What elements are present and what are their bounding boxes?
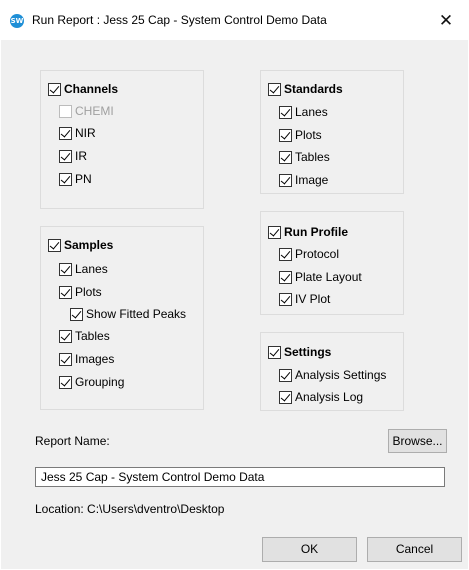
report-name-input[interactable]: [35, 467, 445, 487]
show-fitted-peaks-checkbox[interactable]: Show Fitted Peaks: [70, 306, 186, 322]
standards-tables-label: Tables: [295, 150, 330, 164]
report-name-label: Report Name:: [35, 434, 110, 448]
checkbox-checked-icon: [59, 352, 72, 366]
checkbox-checked-icon: [48, 82, 61, 96]
standards-image-label: Image: [295, 173, 329, 187]
analysis-log-label: Analysis Log: [295, 390, 364, 404]
samples-grouping-label: Grouping: [75, 375, 125, 389]
checkbox-checked-icon: [279, 150, 292, 164]
samples-images-label: Images: [75, 352, 115, 366]
checkbox-checked-icon: [59, 375, 72, 389]
analysis-settings-label: Analysis Settings: [295, 368, 387, 382]
samples-label: Samples: [64, 238, 114, 252]
checkbox-checked-icon: [268, 225, 281, 239]
nir-checkbox[interactable]: NIR: [59, 125, 96, 141]
checkbox-checked-icon: [279, 105, 292, 119]
standards-tables-checkbox[interactable]: Tables: [279, 149, 330, 165]
samples-lanes-checkbox[interactable]: Lanes: [59, 261, 108, 277]
checkbox-checked-icon: [70, 307, 83, 321]
standards-plots-label: Plots: [295, 128, 322, 142]
run-profile-label: Run Profile: [284, 225, 349, 239]
checkbox-checked-icon: [59, 329, 72, 343]
samples-tables-checkbox[interactable]: Tables: [59, 328, 110, 344]
checkbox-checked-icon: [279, 368, 292, 382]
checkbox-checked-icon: [279, 292, 292, 306]
cancel-button[interactable]: Cancel: [367, 537, 462, 562]
chemi-checkbox: CHEMI: [59, 103, 114, 119]
app-icon: SW: [10, 14, 24, 28]
samples-lanes-label: Lanes: [75, 262, 108, 276]
channels-label: Channels: [64, 82, 119, 96]
protocol-label: Protocol: [295, 247, 340, 261]
close-button[interactable]: ✕: [432, 8, 460, 34]
title-bar: SW Run Report : Jess 25 Cap - System Con…: [0, 0, 469, 40]
analysis-settings-checkbox[interactable]: Analysis Settings: [279, 367, 386, 383]
samples-checkbox[interactable]: Samples: [48, 237, 113, 253]
checkbox-checked-icon: [279, 247, 292, 261]
analysis-log-checkbox[interactable]: Analysis Log: [279, 389, 363, 405]
ir-label: IR: [75, 149, 87, 163]
checkbox-checked-icon: [59, 262, 72, 276]
settings-label: Settings: [284, 345, 332, 359]
standards-checkbox[interactable]: Standards: [268, 81, 343, 97]
chemi-label: CHEMI: [75, 104, 114, 118]
standards-label: Standards: [284, 82, 343, 96]
checkbox-checked-icon: [59, 149, 72, 163]
checkbox-checked-icon: [268, 345, 281, 359]
samples-plots-checkbox[interactable]: Plots: [59, 284, 102, 300]
checkbox-checked-icon: [279, 173, 292, 187]
iv-plot-label: IV Plot: [295, 292, 331, 306]
ir-checkbox[interactable]: IR: [59, 148, 87, 164]
browse-button[interactable]: Browse...: [388, 429, 447, 453]
nir-label: NIR: [75, 126, 96, 140]
iv-plot-checkbox[interactable]: IV Plot: [279, 291, 330, 307]
standards-lanes-label: Lanes: [295, 105, 328, 119]
checkbox-unchecked-icon: [59, 104, 72, 118]
protocol-checkbox[interactable]: Protocol: [279, 246, 339, 262]
pn-checkbox[interactable]: PN: [59, 171, 92, 187]
samples-tables-label: Tables: [75, 329, 110, 343]
window-title: Run Report : Jess 25 Cap - System Contro…: [32, 13, 327, 27]
checkbox-checked-icon: [59, 126, 72, 140]
settings-checkbox[interactable]: Settings: [268, 344, 331, 360]
checkbox-checked-icon: [59, 172, 72, 186]
location-text: Location: C:\Users\dventro\Desktop: [35, 502, 225, 516]
samples-images-checkbox[interactable]: Images: [59, 351, 114, 367]
checkbox-checked-icon: [279, 390, 292, 404]
standards-lanes-checkbox[interactable]: Lanes: [279, 104, 328, 120]
standards-image-checkbox[interactable]: Image: [279, 172, 328, 188]
show-fitted-peaks-label: Show Fitted Peaks: [86, 307, 187, 321]
standards-plots-checkbox[interactable]: Plots: [279, 127, 322, 143]
checkbox-checked-icon: [59, 285, 72, 299]
checkbox-checked-icon: [279, 128, 292, 142]
plate-layout-label: Plate Layout: [295, 270, 362, 284]
channels-checkbox[interactable]: Channels: [48, 81, 118, 97]
run-profile-checkbox[interactable]: Run Profile: [268, 224, 348, 240]
ok-button[interactable]: OK: [262, 537, 357, 562]
samples-plots-label: Plots: [75, 285, 102, 299]
plate-layout-checkbox[interactable]: Plate Layout: [279, 269, 362, 285]
checkbox-checked-icon: [279, 270, 292, 284]
pn-label: PN: [75, 172, 92, 186]
checkbox-checked-icon: [268, 82, 281, 96]
checkbox-checked-icon: [48, 238, 61, 252]
samples-grouping-checkbox[interactable]: Grouping: [59, 374, 124, 390]
